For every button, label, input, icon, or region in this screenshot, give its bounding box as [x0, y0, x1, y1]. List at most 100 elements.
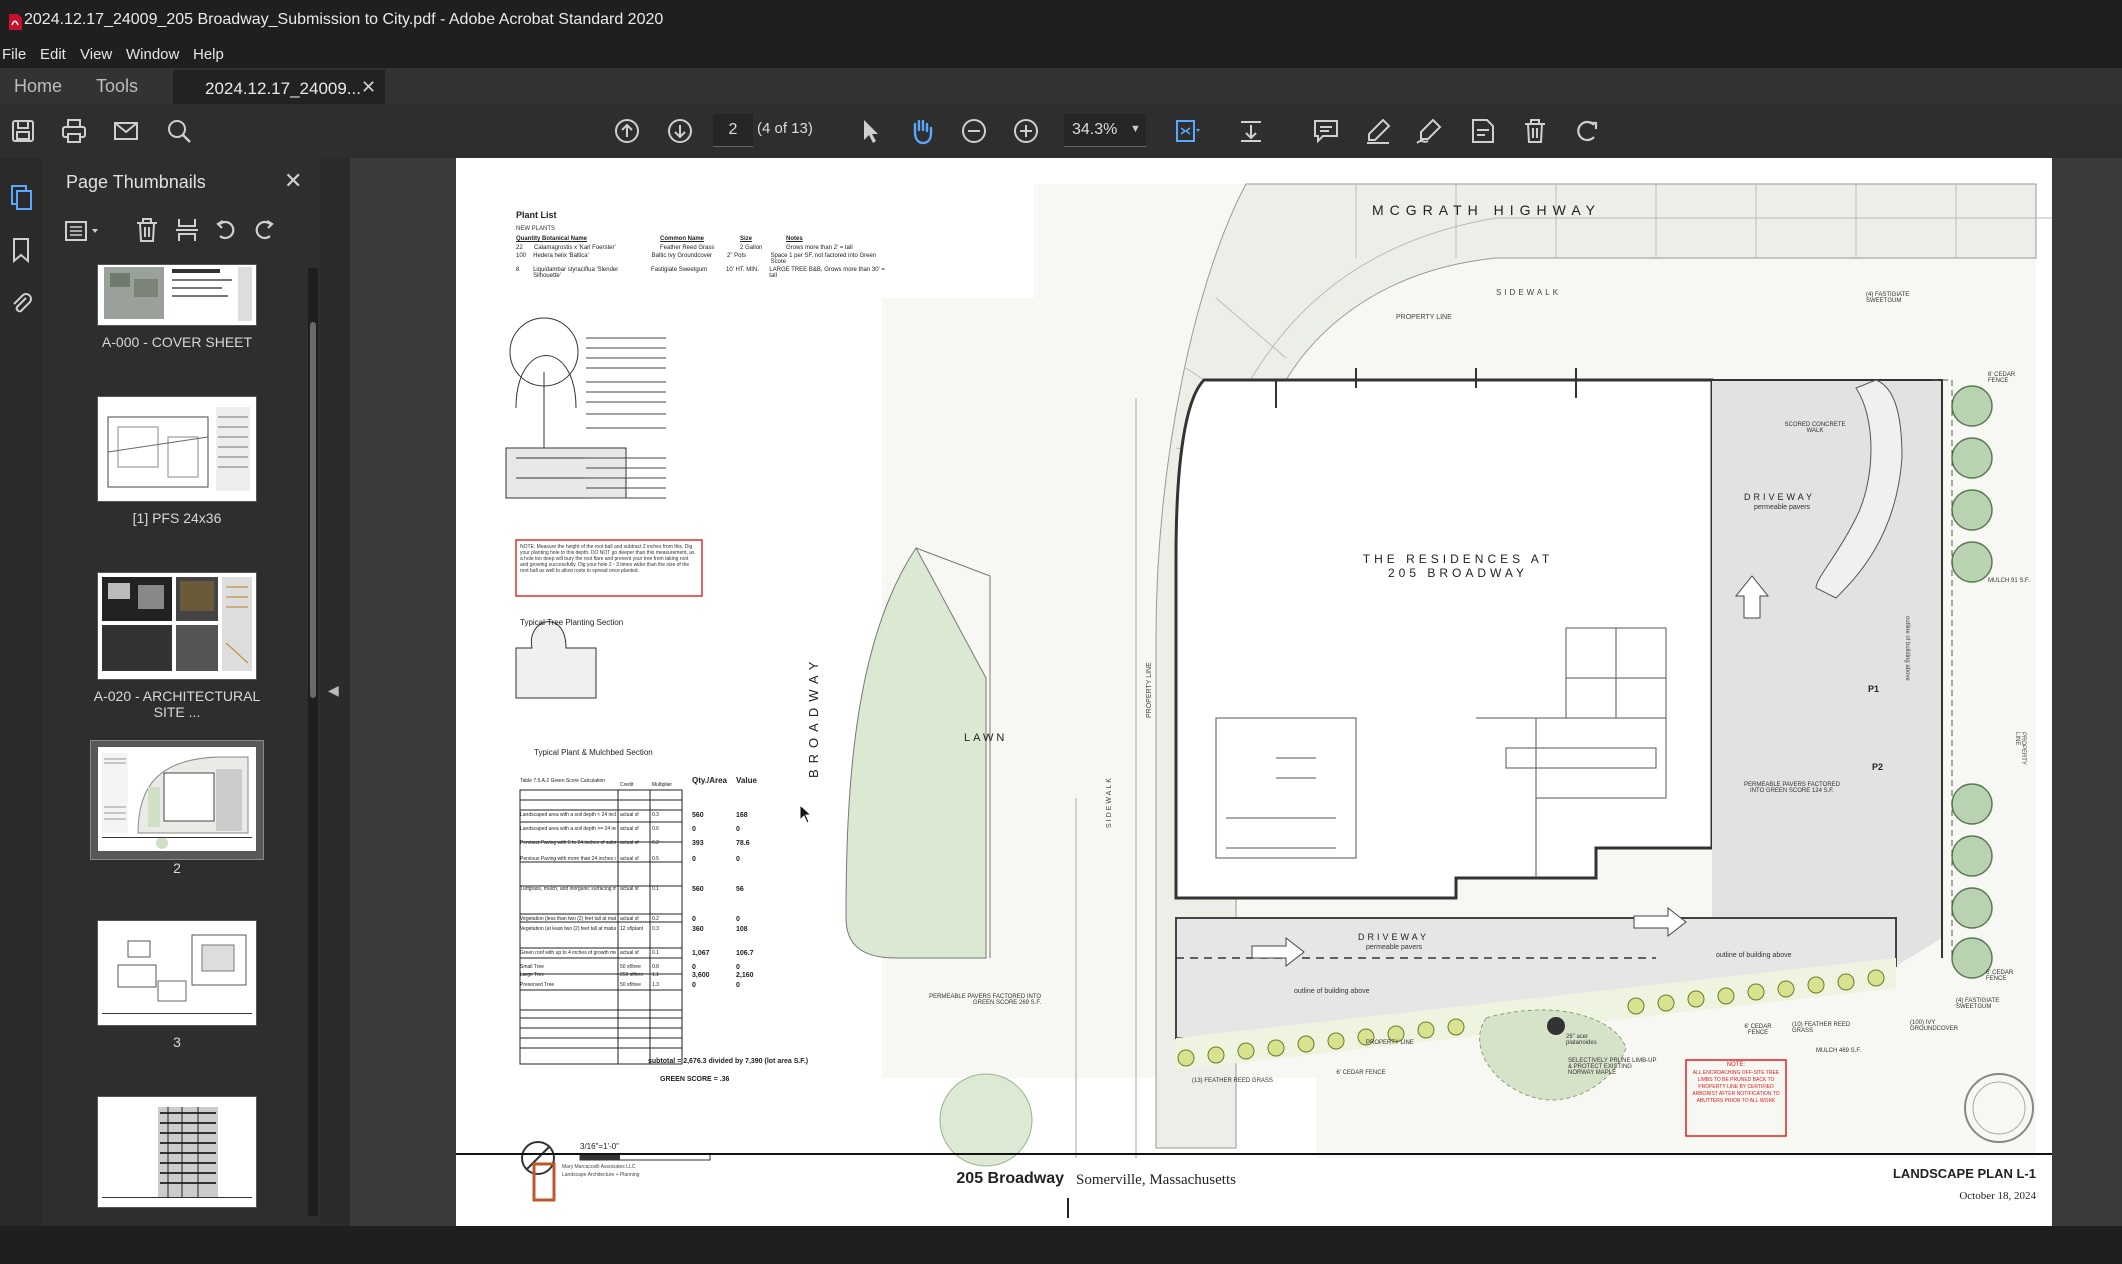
- tab-document-label: 2024.12.17_24009...: [205, 79, 361, 98]
- acer-label: 26" acer platanoides: [1566, 1034, 1597, 1046]
- sheet-date: October 18, 2024: [1959, 1190, 2036, 1202]
- green-score-multiplier: 0.1: [652, 886, 659, 892]
- street-label-broadway: BROADWAY: [806, 655, 821, 778]
- split-page-icon[interactable]: [174, 216, 200, 249]
- outline-right-label: outline of building above: [1904, 616, 1910, 681]
- permeable-pavers-label-top: permeable pavers: [1754, 504, 1811, 511]
- rotate-right-icon[interactable]: [250, 216, 278, 249]
- green-score-item: Vegetation (less than two (2) feet tall …: [520, 916, 616, 922]
- p1-label: P1: [1868, 684, 1880, 694]
- email-icon[interactable]: [111, 116, 141, 146]
- building-title-line2: 205 BROADWAY: [1387, 566, 1529, 580]
- mulch-section-label: Typical Plant & Mulchbed Section: [534, 748, 653, 757]
- thumbnail-page-current[interactable]: [97, 746, 257, 852]
- green-score-qty: 0: [692, 826, 696, 833]
- tab-document[interactable]: 2024.12.17_24009... ✕: [173, 68, 385, 106]
- page-thumbnails-icon[interactable]: [6, 182, 36, 212]
- green-score-multiplier: 0.1: [652, 950, 659, 956]
- green-score-value: 56: [736, 886, 744, 893]
- tab-tools[interactable]: Tools: [82, 68, 152, 104]
- menu-view[interactable]: View: [80, 46, 112, 63]
- green-score-qty: 560: [692, 812, 704, 819]
- scroll-mode-icon[interactable]: [1236, 116, 1266, 146]
- green-score-multiplier: 1.1: [652, 972, 659, 978]
- bookmark-icon[interactable]: [6, 235, 36, 265]
- feather-reed-label: (13) FEATHER REED GRASS: [1192, 1078, 1273, 1084]
- chevron-down-icon: ▼: [1130, 123, 1141, 135]
- thumbnail-scrollbar-thumb[interactable]: [310, 322, 316, 698]
- close-tab-icon[interactable]: ✕: [361, 77, 376, 98]
- green-score-credit: actual sf: [620, 840, 639, 846]
- next-page-icon[interactable]: [665, 116, 695, 146]
- green-score-value: 106.7: [736, 950, 754, 957]
- plant-size: 2 Gallon: [740, 245, 763, 251]
- thumbnail-page[interactable]: [97, 396, 257, 502]
- fit-page-icon[interactable]: [1172, 116, 1202, 146]
- green-score-credit: actual sf: [620, 886, 639, 892]
- thumbnail-page[interactable]: [97, 572, 257, 680]
- close-panel-icon[interactable]: ✕: [284, 168, 302, 194]
- attachment-icon[interactable]: [6, 288, 36, 318]
- plant-size: 2" Pots: [727, 253, 747, 259]
- delete-icon[interactable]: [1520, 116, 1550, 146]
- highlight-icon[interactable]: [1363, 116, 1393, 146]
- building-title-line1: THE RESIDENCES AT: [1362, 552, 1554, 566]
- rotate-left-icon[interactable]: [212, 216, 240, 249]
- green-score-multiplier: 0.3: [652, 926, 659, 932]
- page-number-input[interactable]: 2: [713, 114, 753, 147]
- green-score-qty: 393: [692, 840, 704, 847]
- thumbnail-label: 2: [173, 860, 181, 876]
- title-bar: 2024.12.17_24009_205 Broadway_Submission…: [0, 0, 2122, 44]
- green-score-credit: actual sf: [620, 856, 639, 862]
- green-score-value: 0: [736, 982, 740, 989]
- green-score-item: Green roof with up to 4 inches of growth…: [520, 950, 616, 956]
- sidewalk-label-top: SIDEWALK: [1496, 288, 1562, 297]
- cedar-right-bottom-label: 6' CEDAR FENCE: [1986, 970, 2014, 982]
- plant-qty: 8: [516, 267, 520, 273]
- footer-city: Somerville, Massachusetts: [1076, 1172, 1236, 1188]
- acrobat-icon: [9, 14, 22, 30]
- hand-tool-icon[interactable]: [907, 116, 937, 146]
- select-arrow-icon[interactable]: [855, 116, 885, 146]
- thumbnail-options-icon[interactable]: [64, 218, 104, 249]
- previous-page-icon[interactable]: [612, 116, 642, 146]
- zoom-in-icon[interactable]: [1011, 116, 1041, 146]
- sign-icon[interactable]: [1414, 116, 1444, 146]
- thumbnail-page[interactable]: [97, 1096, 257, 1208]
- thumbnail-page[interactable]: [97, 920, 257, 1026]
- zoom-level-select[interactable]: 34.3% ▼: [1064, 114, 1146, 147]
- cedar-bottom-label-2: 6' CEDAR FENCE: [1744, 1024, 1772, 1036]
- plant-header-common: Common Name: [660, 236, 705, 242]
- print-icon[interactable]: [59, 116, 89, 146]
- zoom-out-icon[interactable]: [959, 116, 989, 146]
- menu-window[interactable]: Window: [126, 46, 179, 63]
- green-score-credit: 50 sf/tree: [620, 982, 641, 988]
- plant-notes: LARGE TREE B&B, Grows more than 30' = ta…: [769, 267, 885, 279]
- thumbnail-label: 3: [173, 1034, 181, 1050]
- rotate-icon[interactable]: [1572, 116, 1602, 146]
- landscape-plan-drawing: [456, 183, 2052, 1218]
- save-icon[interactable]: [8, 116, 38, 146]
- delete-page-icon[interactable]: [134, 216, 160, 249]
- thumbnail-page[interactable]: [97, 264, 257, 326]
- outline-building-label: outline of building above: [1716, 952, 1792, 959]
- menu-file[interactable]: File: [2, 46, 26, 63]
- collapse-panel-handle[interactable]: ◀: [320, 158, 350, 1226]
- search-icon[interactable]: [164, 116, 194, 146]
- property-line-bottom-label: PROPERTY LINE: [1366, 1040, 1414, 1046]
- comment-icon[interactable]: [1311, 116, 1341, 146]
- scored-walk-label: SCORED CONCRETE WALK: [1784, 422, 1846, 434]
- menu-edit[interactable]: Edit: [40, 46, 66, 63]
- tab-home[interactable]: Home: [0, 68, 76, 104]
- cedar-bottom-label-1: 6' CEDAR FENCE: [1336, 1070, 1386, 1076]
- scale-label: 3/16"=1'-0": [580, 1142, 620, 1151]
- stamp-icon[interactable]: [1467, 116, 1497, 146]
- thumbnail-label: A-020 - ARCHITECTURAL SITE ...: [93, 688, 261, 720]
- menu-help[interactable]: Help: [193, 46, 224, 63]
- pdf-page[interactable]: Plant List NEW PLANTS Quantity Botanical…: [456, 158, 2052, 1226]
- green-score-qty: 1,067: [692, 950, 710, 957]
- green-score-header-qty: Qty./Area: [692, 776, 727, 785]
- green-score-value: 2,160: [736, 972, 754, 979]
- red-note-title: NOTE:: [1726, 1062, 1746, 1068]
- plant-header-name: Quantity Botanical Name: [516, 236, 588, 242]
